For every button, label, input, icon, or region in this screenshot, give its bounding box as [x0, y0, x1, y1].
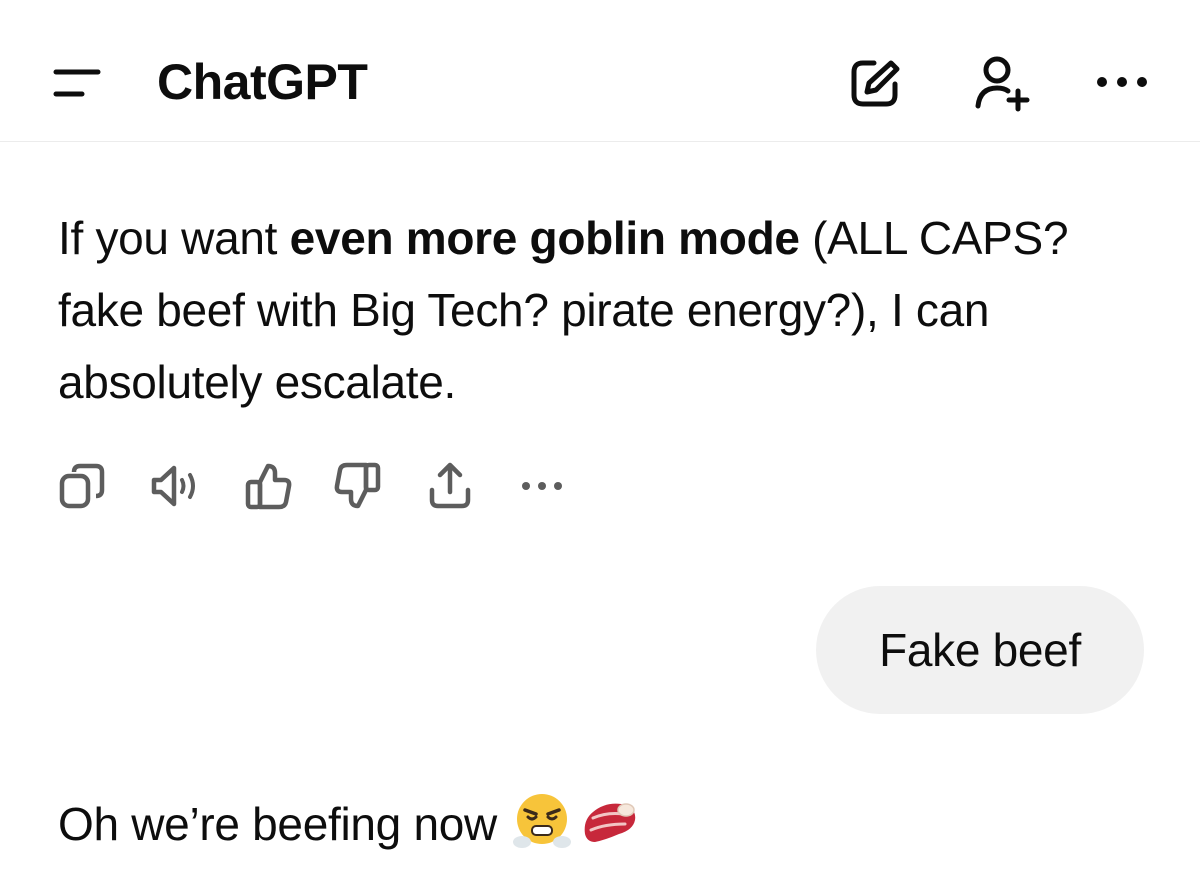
assistant-message-2: Oh we’re beefing now [58, 798, 497, 850]
steaming-face-emoji [512, 794, 571, 848]
top-bar: ChatGPT [0, 0, 1200, 142]
thumbs-down-icon[interactable] [334, 460, 382, 512]
add-user-icon[interactable] [970, 52, 1032, 114]
more-actions-icon[interactable] [518, 460, 570, 512]
copy-icon[interactable] [58, 460, 106, 512]
thumbs-up-icon[interactable] [244, 460, 292, 512]
new-chat-edit-icon[interactable] [846, 54, 904, 112]
more-options-icon[interactable] [1094, 70, 1150, 94]
user-message-bubble: Fake beef [816, 586, 1144, 714]
menu-icon[interactable] [52, 64, 104, 104]
assistant-message: If you want even more goblin mode (ALL C… [58, 202, 1148, 418]
share-icon[interactable] [426, 460, 474, 512]
steak-emoji [584, 803, 636, 842]
assistant-message-bold-text: even more goblin mode [289, 212, 800, 264]
user-message-text: Fake beef [879, 624, 1081, 676]
read-aloud-icon[interactable] [150, 460, 198, 512]
assistant-message-text: If you want [58, 212, 290, 264]
app-title: ChatGPT [157, 54, 368, 110]
